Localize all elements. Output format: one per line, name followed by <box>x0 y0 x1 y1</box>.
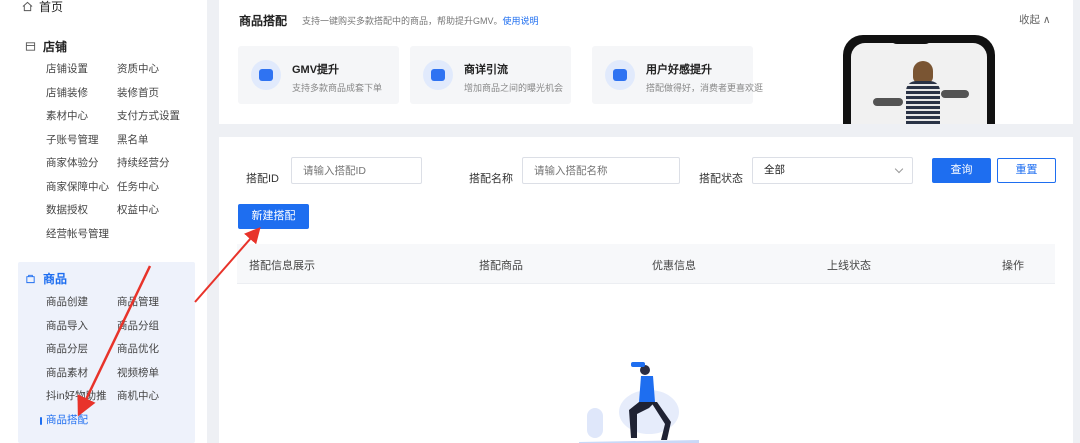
phone-notch <box>889 35 933 44</box>
filter-label-name: 搭配名称 <box>469 173 513 185</box>
store-icon <box>25 42 36 51</box>
filter-label-status: 搭配状态 <box>699 173 743 185</box>
store-item[interactable]: 店铺设置 <box>46 58 117 82</box>
phone-screen <box>851 43 987 124</box>
goods-item[interactable]: 商品分层 <box>46 338 117 362</box>
filter-label-id: 搭配ID <box>246 173 279 185</box>
search-button[interactable]: 查询 <box>932 158 991 183</box>
goods-item[interactable]: 视频榜单 <box>117 362 197 386</box>
intro-subtitle-text: 支持一键购买多款搭配中的商品，帮助提升GMV。 <box>302 16 503 26</box>
sidebar-item-label: 首页 <box>39 0 64 14</box>
status-select-value: 全部 <box>764 164 785 176</box>
goods-item[interactable]: 商品管理 <box>117 291 197 315</box>
product-tag <box>941 90 969 98</box>
model-head <box>913 61 933 83</box>
intro-subtitle: 支持一键购买多款搭配中的商品，帮助提升GMV。使用说明 <box>302 14 539 27</box>
column-header: 优惠信息 <box>652 260 696 272</box>
store-item[interactable]: 装修首页 <box>117 82 197 106</box>
column-header: 上线状态 <box>827 260 871 272</box>
store-item[interactable]: 黑名单 <box>117 129 197 153</box>
sidebar-item-home[interactable]: 首页 <box>22 0 63 15</box>
store-item[interactable]: 子账号管理 <box>46 129 117 153</box>
feature-title: 商详引流 <box>464 64 508 76</box>
help-link[interactable]: 使用说明 <box>503 16 539 26</box>
trend-chart-icon <box>423 60 453 90</box>
sidebar-section-label: 店铺 <box>43 40 68 54</box>
intro-card: 商品搭配 支持一键购买多款搭配中的商品，帮助提升GMV。使用说明 收起 ∧ GM… <box>219 0 1073 124</box>
collapse-toggle[interactable]: 收起 ∧ <box>1019 12 1051 27</box>
empty-state-illustration <box>579 362 699 443</box>
column-header: 操作 <box>1002 260 1024 272</box>
store-item[interactable]: 任务中心 <box>117 176 197 200</box>
store-item[interactable]: 资质中心 <box>117 58 197 82</box>
product-tag <box>873 98 903 106</box>
feature-card-gmv: GMV提升 支持多款商品成套下单 <box>238 46 399 104</box>
sidebar-section-store[interactable]: 店铺 <box>25 38 67 55</box>
feature-desc: 支持多款商品成套下单 <box>292 83 383 93</box>
store-item[interactable]: 商家保障中心 <box>46 176 117 200</box>
feature-card-traffic: 商详引流 增加商品之间的曝光机会 <box>410 46 571 104</box>
phone-preview-image <box>843 35 995 124</box>
new-match-button[interactable]: 新建搭配 <box>238 204 309 229</box>
sidebar-section-label: 商品 <box>43 272 68 286</box>
reset-button[interactable]: 重置 <box>997 158 1056 183</box>
feature-title: 用户好感提升 <box>646 64 712 76</box>
goods-item[interactable]: 商品搭配 <box>40 409 117 433</box>
status-select[interactable]: 全部 <box>752 157 913 184</box>
model-body <box>906 81 940 124</box>
basket-icon <box>251 60 281 90</box>
feature-desc: 增加商品之间的曝光机会 <box>464 83 564 93</box>
goods-item[interactable]: 商品创建 <box>46 291 117 315</box>
chevron-down-icon <box>894 164 904 174</box>
store-item[interactable]: 持续经营分 <box>117 152 197 176</box>
goods-item[interactable]: 商品分组 <box>117 315 197 339</box>
sidebar: 首页 店铺 店铺设置 资质中心 店铺装修 装修首页 素材中心 支付方式设置 子账号管理 黑名单… <box>0 0 207 443</box>
feature-desc: 搭配做得好，消费者更喜欢逛 <box>646 83 764 93</box>
goods-item[interactable]: 商品导入 <box>46 315 117 339</box>
main-card: 搭配ID 搭配名称 搭配状态 全部 查询 重置 新建搭配 搭配信息展示 搭配商品… <box>219 137 1073 443</box>
goods-item[interactable]: 抖in好物助推 <box>46 385 117 409</box>
store-item[interactable]: 素材中心 <box>46 105 117 129</box>
feature-title: GMV提升 <box>292 64 340 76</box>
column-header: 搭配商品 <box>479 260 523 272</box>
feature-card-favor: 用户好感提升 搭配做得好，消费者更喜欢逛 <box>592 46 763 104</box>
goods-item[interactable]: 商品优化 <box>117 338 197 362</box>
shopping-bag-icon <box>605 60 635 90</box>
store-item[interactable]: 店铺装修 <box>46 82 117 106</box>
goods-item[interactable]: 商品素材 <box>46 362 117 386</box>
match-name-input[interactable] <box>522 157 680 184</box>
store-menu: 店铺设置 资质中心 店铺装修 装修首页 素材中心 支付方式设置 子账号管理 黑名单 商家体验分持… <box>46 58 197 246</box>
store-item[interactable]: 商家体验分 <box>46 152 117 176</box>
intro-title: 商品搭配 <box>239 14 288 28</box>
table-header: 搭配信息展示 搭配商品 优惠信息 上线状态 操作 <box>237 244 1055 284</box>
sidebar-section-goods[interactable]: 商品 <box>25 270 67 287</box>
store-item[interactable]: 支付方式设置 <box>117 105 197 129</box>
store-item[interactable]: 权益中心 <box>117 199 197 223</box>
match-id-input[interactable] <box>291 157 422 184</box>
store-item[interactable]: 数据授权 <box>46 199 117 223</box>
column-header: 搭配信息展示 <box>249 260 315 272</box>
home-icon <box>22 1 33 12</box>
goods-menu: 商品创建 商品管理 商品导入 商品分组 商品分层 商品优化 商品素材 视频榜单 抖in好物助推商… <box>40 291 197 433</box>
bag-icon <box>26 274 35 284</box>
goods-item[interactable]: 商机中心 <box>117 385 197 409</box>
store-item[interactable]: 经营帐号管理 <box>46 223 117 247</box>
